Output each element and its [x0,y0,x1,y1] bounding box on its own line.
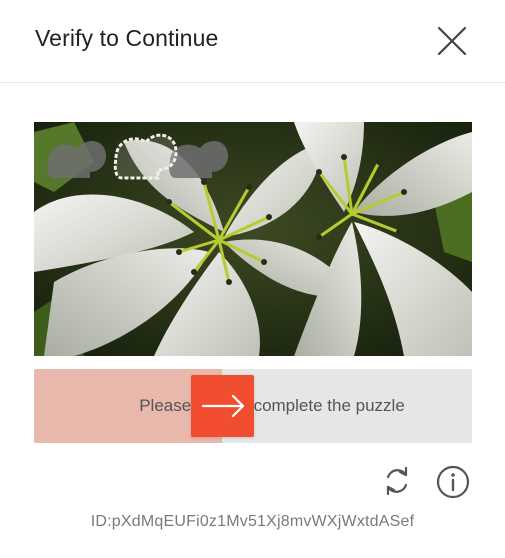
info-button[interactable] [434,463,472,501]
verify-dialog: Verify to Continue Please drag to comple… [0,0,505,558]
puzzle-image [34,122,472,356]
close-button[interactable] [434,23,470,59]
arrow-right-icon [201,394,245,418]
refresh-icon [386,466,408,496]
dialog-title: Verify to Continue [35,25,219,51]
close-icon [437,26,467,56]
info-icon [436,465,470,499]
dialog-header: Verify to Continue [0,0,505,83]
refresh-button[interactable] [379,463,415,499]
slider-handle[interactable] [191,375,254,437]
verification-id: ID:pXdMqEUFi0z1Mv51Xj8mvWXjWxtdASef [90,513,415,530]
